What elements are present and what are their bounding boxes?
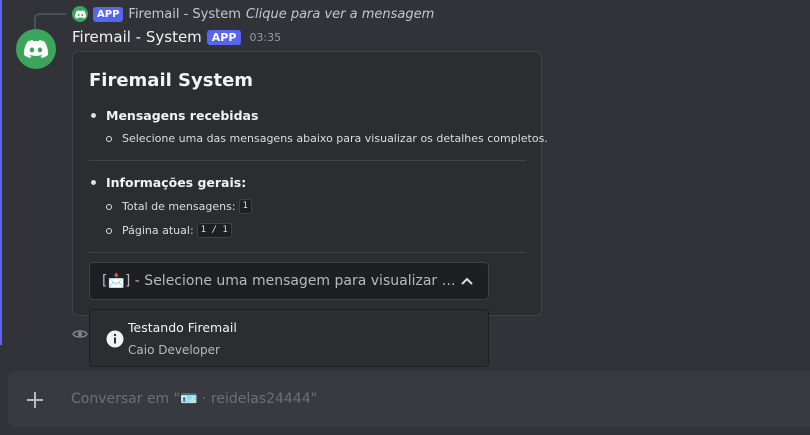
add-attachment-button[interactable] (24, 389, 46, 411)
section-heading-received: Mensagens recebidas (91, 108, 258, 123)
embed: Firemail System Mensagens recebidas Sele… (72, 51, 548, 316)
message-select[interactable]: [📩] - Selecione uma mensagem para visual… (89, 262, 489, 300)
option-description: Caio Developer (128, 343, 220, 357)
current-page-label: Página atual: (122, 224, 194, 237)
total-messages-item: Total de mensagens: 1 (106, 199, 252, 214)
discord-logo-icon (24, 40, 48, 58)
total-messages-label: Total de mensagens: (122, 200, 236, 213)
select-dropdown-menu: Testando Firemail Caio Developer (89, 309, 489, 367)
reply-connector (34, 13, 66, 29)
reply-author[interactable]: Firemail - System (128, 7, 241, 22)
embed-divider (89, 160, 526, 161)
plus-icon (27, 392, 43, 408)
select-placeholder: [📩] - Selecione uma mensagem para visual… (102, 273, 458, 289)
current-page-value: 1 / 1 (196, 223, 232, 238)
reply-avatar[interactable] (72, 6, 88, 22)
total-messages-value: 1 (238, 199, 252, 214)
info-icon (106, 330, 124, 348)
message-highlight-bar (0, 0, 2, 345)
embed-title: Firemail System (89, 70, 254, 91)
avatar[interactable] (16, 29, 56, 69)
eye-icon[interactable] (72, 326, 88, 342)
timestamp[interactable]: 03:35 (249, 31, 281, 44)
section-heading-general-info: Informações gerais: (91, 175, 246, 190)
section-item-instructions: Selecione uma das mensagens abaixo para … (106, 132, 548, 145)
chevron-up-icon (458, 272, 476, 290)
message-header: Firemail - System APP 03:35 (72, 27, 281, 47)
discord-logo-icon (74, 9, 86, 19)
app-tag: APP (206, 29, 242, 45)
reply-app-tag: APP (93, 6, 124, 22)
reply-preview[interactable]: Clique para ver a mensagem (246, 7, 434, 22)
reply-reference[interactable]: APP Firemail - System Clique para ver a … (72, 5, 434, 23)
embed-divider (89, 252, 526, 253)
option-label: Testando Firemail (128, 320, 237, 335)
current-page-item: Página atual: 1 / 1 (106, 223, 232, 238)
username[interactable]: Firemail - System (72, 28, 202, 46)
message-composer (8, 371, 810, 427)
message-input[interactable] (71, 383, 771, 415)
